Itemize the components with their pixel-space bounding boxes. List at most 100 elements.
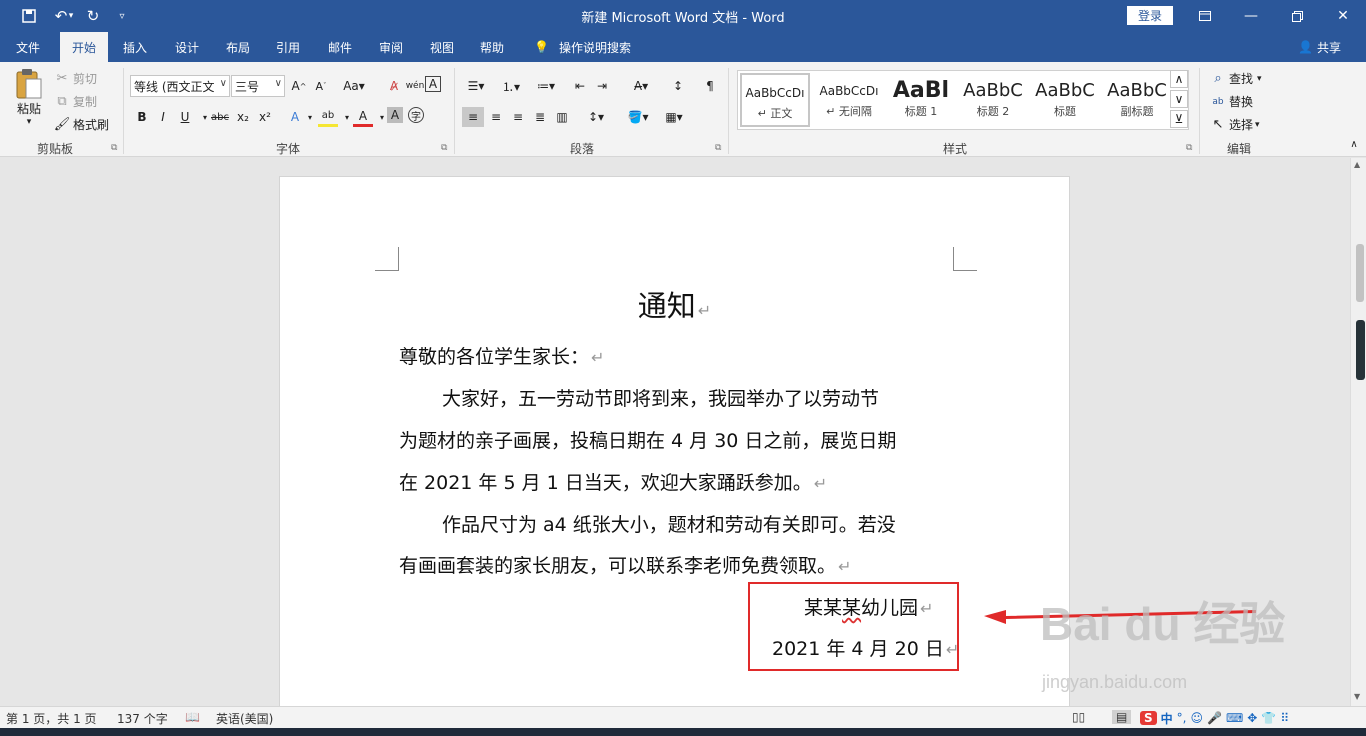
login-button[interactable]: 登录 <box>1127 6 1173 25</box>
font-family-select[interactable]: 等线 (西文正文 ∨ <box>130 75 230 97</box>
format-painter-button[interactable]: 🖌 格式刷 <box>54 116 109 133</box>
align-center-icon[interactable]: ≡ <box>486 107 506 127</box>
select-button[interactable]: ↖ 选择 ▾ <box>1210 116 1260 133</box>
body-line[interactable]: 在 2021 年 5 月 1 日当天，欢迎大家踊跃参加。 ↵ <box>399 468 827 495</box>
chinese-layout-icon[interactable]: A̶▾ <box>626 76 656 96</box>
style-subtitle[interactable]: AaBbC 副标题 <box>1102 73 1172 127</box>
shrink-font-icon[interactable]: Aˇ <box>311 76 331 96</box>
emoji-icon[interactable]: ☺ <box>1191 711 1204 725</box>
body-line[interactable]: 大家好，五一劳动节即将到来，我园举办了以劳动节 <box>442 384 879 411</box>
tab-help[interactable]: 帮助 <box>468 32 516 62</box>
scroll-thumb[interactable] <box>1356 244 1364 302</box>
keyboard-icon[interactable]: ⌨ <box>1226 711 1243 725</box>
document-title[interactable]: 通知 ↵ <box>280 283 1069 325</box>
grow-font-icon[interactable]: A ^ <box>289 76 309 96</box>
styles-scroll-down-icon[interactable]: ∨ <box>1170 90 1188 108</box>
shading-icon[interactable]: 🪣▾ <box>624 107 652 127</box>
scroll-up-icon[interactable]: ▲ <box>1354 160 1360 169</box>
language[interactable]: 英语(美国) <box>216 710 273 727</box>
style-heading-1[interactable]: AaBl 标题 1 <box>886 73 956 127</box>
read-mode-icon[interactable]: ▯▯ <box>1072 710 1085 724</box>
ime-mode[interactable]: 中 <box>1161 710 1173 727</box>
increase-indent-icon[interactable]: ⇥ <box>592 76 612 96</box>
replace-button[interactable]: ab 替换 <box>1210 93 1253 110</box>
character-border-icon[interactable]: A <box>425 76 441 92</box>
chevron-down-icon[interactable]: ▾ <box>300 107 320 127</box>
tab-file[interactable]: 文件 <box>4 32 52 62</box>
line-spacing-icon[interactable]: ↕▾ <box>582 107 610 127</box>
word-count[interactable]: 137 个字 <box>117 710 168 727</box>
toolbox-icon[interactable]: ✥ <box>1247 711 1257 725</box>
strikethrough-button[interactable]: abc <box>210 107 230 127</box>
find-button[interactable]: ⌕ 查找 ▾ <box>1210 70 1261 87</box>
microphone-icon[interactable]: 🎤 <box>1207 711 1222 725</box>
decrease-indent-icon[interactable]: ⇤ <box>570 76 590 96</box>
tab-home[interactable]: 开始 <box>60 32 109 62</box>
print-layout-icon[interactable]: ▤ <box>1112 710 1132 724</box>
clear-formatting-icon[interactable]: A̷ <box>384 76 404 96</box>
styles-more-icon[interactable]: ⊻ <box>1170 110 1188 128</box>
distributed-icon[interactable]: ▥ <box>552 107 572 127</box>
align-right-icon[interactable]: ≡ <box>508 107 528 127</box>
body-line[interactable]: 为题材的亲子画展，投稿日期在 4 月 30 日之前，展览日期 <box>399 426 896 453</box>
minimize-icon[interactable]: — <box>1236 5 1266 27</box>
tab-design[interactable]: 设计 <box>163 32 211 62</box>
tab-layout[interactable]: 布局 <box>214 32 262 62</box>
styles-scroll-up-icon[interactable]: ∧ <box>1170 70 1188 88</box>
justify-icon[interactable]: ≣ <box>530 107 550 127</box>
copy-button[interactable]: ⧉ 复制 <box>54 93 97 110</box>
body-line[interactable]: 有画画套装的家长朋友，可以联系李老师免费领取。 ↵ <box>399 551 851 578</box>
proofing-icon[interactable]: 📖 <box>185 710 200 724</box>
skin-icon[interactable]: 👕 <box>1261 711 1276 725</box>
align-left-icon[interactable]: ≡ <box>462 107 484 127</box>
page-count[interactable]: 第 1 页，共 1 页 <box>6 710 97 727</box>
bullets-icon[interactable]: ☰▾ <box>462 76 490 96</box>
numbering-icon[interactable]: ⒈▾ <box>497 76 525 96</box>
show-hide-marks-icon[interactable]: ¶ <box>700 76 720 96</box>
collapse-ribbon-icon[interactable]: ∧ <box>1344 134 1364 154</box>
vertical-scrollbar[interactable]: ▲ ▼ <box>1350 158 1366 706</box>
share-button[interactable]: 👤 共享 <box>1298 32 1341 62</box>
body-line[interactable]: 作品尺寸为 a4 纸张大小，题材和劳动有关即可。若没 <box>442 510 896 537</box>
subscript-button[interactable]: x₂ <box>233 107 253 127</box>
restore-icon[interactable] <box>1282 5 1312 27</box>
tell-me-label: 操作说明搜索 <box>558 40 631 55</box>
font-color-icon[interactable]: A <box>353 107 373 127</box>
borders-icon[interactable]: ▦▾ <box>660 107 688 127</box>
paste-button[interactable]: 粘贴 ▾ <box>12 68 46 128</box>
change-case-icon[interactable]: Aa▾ <box>340 76 368 96</box>
style-normal[interactable]: AaBbCcDı ↵ 正文 <box>740 73 810 127</box>
tab-mailings[interactable]: 邮件 <box>316 32 364 62</box>
italic-button[interactable]: I <box>153 107 173 127</box>
tab-insert[interactable]: 插入 <box>111 32 159 62</box>
style-heading-2[interactable]: AaBbC 标题 2 <box>958 73 1028 127</box>
style-title[interactable]: AaBbC 标题 <box>1030 73 1100 127</box>
scroll-down-icon[interactable]: ▼ <box>1354 692 1360 701</box>
tell-me-search[interactable]: 💡 操作说明搜索 <box>534 32 631 62</box>
ribbon-display-options-icon[interactable] <box>1190 5 1220 27</box>
tab-references[interactable]: 引用 <box>264 32 312 62</box>
greeting-paragraph[interactable]: 尊敬的各位学生家长： ↵ <box>399 342 604 369</box>
enclose-characters-icon[interactable]: 字 <box>408 107 424 123</box>
styles-launcher-icon[interactable]: ⧉ <box>1186 143 1192 153</box>
character-shading-icon[interactable]: A <box>387 107 403 123</box>
style-no-spacing[interactable]: AaBbCcDı ↵ 无间隔 <box>814 73 884 127</box>
font-launcher-icon[interactable]: ⧉ <box>441 143 447 153</box>
cut-button[interactable]: ✂ 剪切 <box>54 70 97 87</box>
multilevel-list-icon[interactable]: ≔▾ <box>532 76 560 96</box>
font-size-select[interactable]: 三号 ∨ <box>231 75 285 97</box>
copy-icon: ⧉ <box>57 94 67 109</box>
underline-button[interactable]: U <box>175 107 195 127</box>
menu-grid-icon[interactable]: ⠿ <box>1280 711 1289 725</box>
clipboard-launcher-icon[interactable]: ⧉ <box>111 143 117 153</box>
phonetic-guide-icon[interactable]: wén <box>405 76 425 96</box>
close-icon[interactable]: ✕ <box>1328 5 1358 27</box>
highlight-icon[interactable]: ab <box>318 107 338 127</box>
tab-review[interactable]: 审阅 <box>367 32 415 62</box>
superscript-button[interactable]: x² <box>255 107 275 127</box>
punctuation-icon[interactable]: °, <box>1177 711 1187 725</box>
sort-icon[interactable]: ↕ <box>668 76 688 96</box>
tab-view[interactable]: 视图 <box>418 32 466 62</box>
bold-button[interactable]: B <box>132 107 152 127</box>
paragraph-launcher-icon[interactable]: ⧉ <box>715 143 721 153</box>
